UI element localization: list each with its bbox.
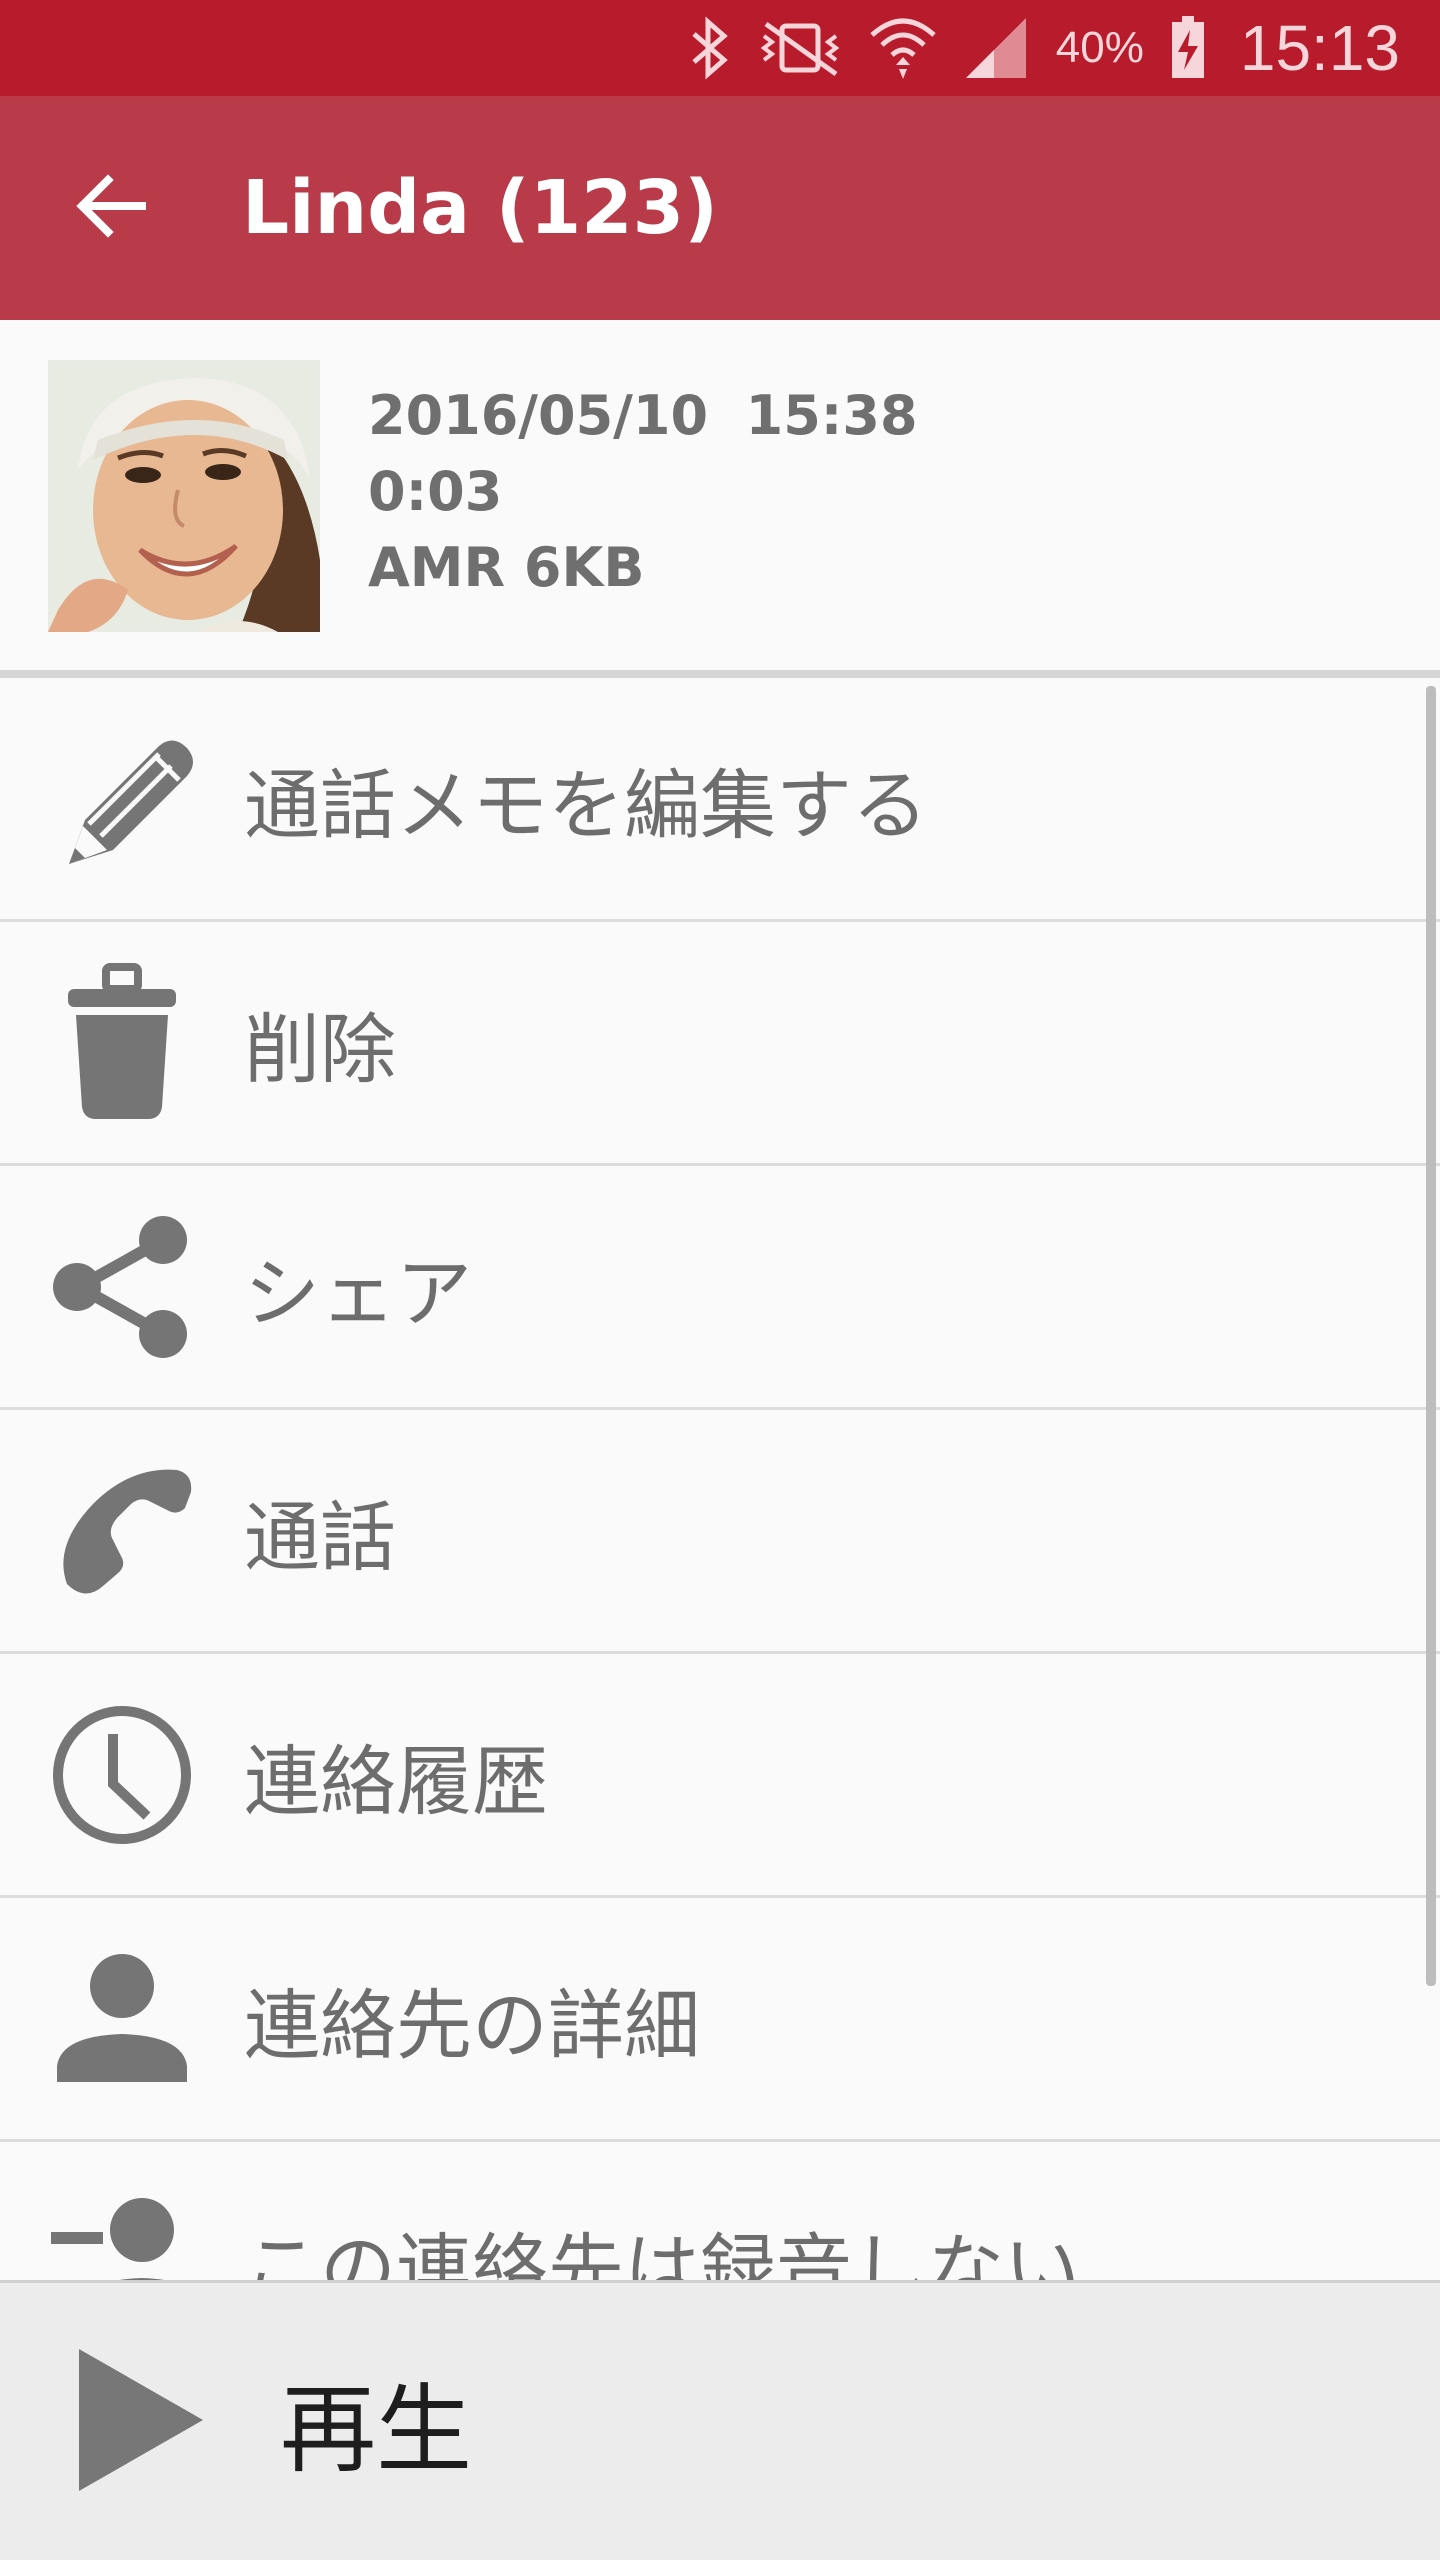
app-bar: Linda (123)	[0, 96, 1440, 320]
menu-item-do-not-record[interactable]: この連絡先は録音しない	[0, 2142, 1440, 2280]
menu-item-label: 通話メモを編集する	[244, 760, 928, 850]
battery-charging-icon	[1170, 16, 1206, 80]
menu-item-label: 削除	[244, 1004, 396, 1094]
menu-item-label: 連絡履歴	[244, 1736, 548, 1826]
menu-item-history[interactable]: 連絡履歴	[0, 1654, 1440, 1898]
back-button[interactable]	[0, 96, 224, 320]
menu-item-contact-details[interactable]: 連絡先の詳細	[0, 1898, 1440, 2142]
menu-item-label: シェア	[244, 1248, 472, 1338]
play-button[interactable]	[10, 2282, 270, 2560]
avatar	[48, 360, 320, 632]
wifi-icon	[868, 13, 938, 83]
recording-format: AMR 6KB	[368, 536, 645, 599]
battery-percent: 40%	[1055, 23, 1144, 72]
clock-icon	[0, 1653, 244, 1897]
pencil-icon	[0, 678, 244, 921]
menu-item-delete[interactable]: 削除	[0, 922, 1440, 1166]
menu-item-label: この連絡先は録音しない	[244, 2224, 1080, 2281]
person-remove-icon	[0, 2141, 244, 2280]
scrollbar[interactable]	[1426, 686, 1436, 1986]
vibrate-off-icon	[758, 18, 842, 78]
action-menu: 通話メモを編集する 削除 シェア 通話 連絡履歴 連絡先の詳細 この連絡先は録音…	[0, 678, 1440, 2280]
page-title: Linda (123)	[242, 165, 718, 251]
recording-duration: 0:03	[368, 460, 503, 523]
status-time: 15:13	[1239, 12, 1400, 84]
status-bar: 40% 15:13	[0, 0, 1440, 96]
menu-item-share[interactable]: シェア	[0, 1166, 1440, 1410]
bluetooth-icon	[688, 16, 732, 80]
play-label[interactable]: 再生	[280, 2352, 472, 2491]
share-icon	[0, 1165, 244, 1409]
menu-item-call[interactable]: 通話	[0, 1410, 1440, 1654]
signal-icon	[964, 16, 1030, 80]
recording-datetime: 2016/05/10 15:38	[368, 384, 918, 447]
recording-meta: 2016/05/10 15:38 0:03 AMR 6KB	[368, 378, 918, 606]
trash-icon	[0, 921, 244, 1165]
person-icon	[0, 1897, 244, 2141]
player-bar: 再生	[0, 2280, 1440, 2560]
menu-item-label: 通話	[244, 1492, 396, 1582]
play-icon	[75, 2347, 205, 2497]
recording-info: 2016/05/10 15:38 0:03 AMR 6KB	[0, 320, 1440, 672]
phone-icon	[0, 1409, 244, 1653]
menu-item-edit-memo[interactable]: 通話メモを編集する	[0, 678, 1440, 922]
arrow-back-icon	[76, 174, 148, 242]
header-divider	[0, 670, 1440, 678]
menu-item-label: 連絡先の詳細	[244, 1980, 700, 2070]
